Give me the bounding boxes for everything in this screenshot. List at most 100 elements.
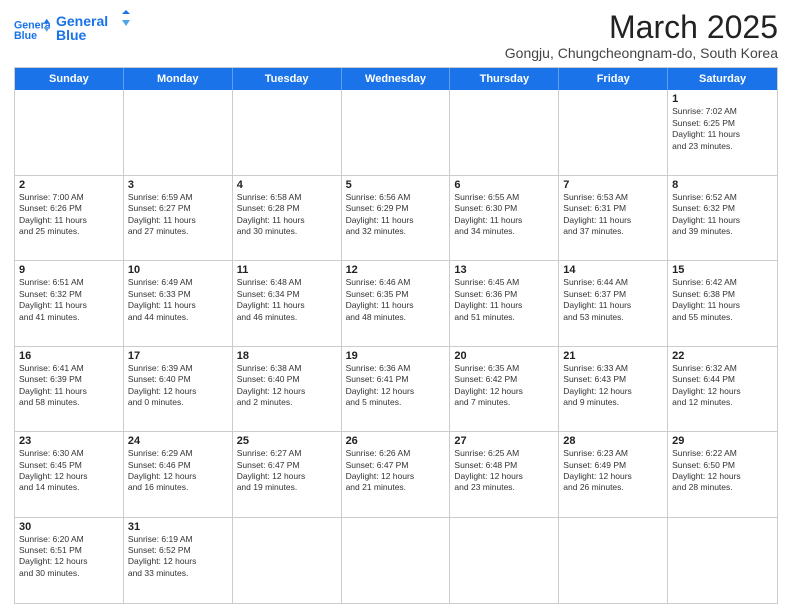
calendar-cell: 11Sunrise: 6:48 AM Sunset: 6:34 PM Dayli… — [233, 261, 342, 345]
weekday-header-thursday: Thursday — [450, 68, 559, 90]
calendar-row-0: 1Sunrise: 7:02 AM Sunset: 6:25 PM Daylig… — [15, 90, 777, 175]
day-number: 21 — [563, 350, 663, 362]
day-number: 4 — [237, 179, 337, 191]
calendar-cell: 14Sunrise: 6:44 AM Sunset: 6:37 PM Dayli… — [559, 261, 668, 345]
day-number: 30 — [19, 521, 119, 533]
day-number: 14 — [563, 264, 663, 276]
calendar-cell — [342, 518, 451, 603]
calendar-cell — [668, 518, 777, 603]
calendar-cell — [233, 90, 342, 174]
calendar-header: SundayMondayTuesdayWednesdayThursdayFrid… — [15, 68, 777, 90]
weekday-header-saturday: Saturday — [668, 68, 777, 90]
calendar-body: 1Sunrise: 7:02 AM Sunset: 6:25 PM Daylig… — [15, 90, 777, 603]
day-info: Sunrise: 6:49 AM Sunset: 6:33 PM Dayligh… — [128, 277, 228, 323]
calendar-cell — [559, 90, 668, 174]
calendar-cell: 28Sunrise: 6:23 AM Sunset: 6:49 PM Dayli… — [559, 432, 668, 516]
day-info: Sunrise: 6:46 AM Sunset: 6:35 PM Dayligh… — [346, 277, 446, 323]
day-number: 2 — [19, 179, 119, 191]
generalblue-logo-icon: General Blue — [14, 17, 50, 45]
calendar: SundayMondayTuesdayWednesdayThursdayFrid… — [14, 67, 778, 604]
day-info: Sunrise: 6:36 AM Sunset: 6:41 PM Dayligh… — [346, 363, 446, 409]
day-info: Sunrise: 7:00 AM Sunset: 6:26 PM Dayligh… — [19, 192, 119, 238]
day-info: Sunrise: 6:30 AM Sunset: 6:45 PM Dayligh… — [19, 448, 119, 494]
day-number: 1 — [672, 93, 773, 105]
calendar-cell: 21Sunrise: 6:33 AM Sunset: 6:43 PM Dayli… — [559, 347, 668, 431]
calendar-cell: 30Sunrise: 6:20 AM Sunset: 6:51 PM Dayli… — [15, 518, 124, 603]
day-number: 5 — [346, 179, 446, 191]
day-number: 6 — [454, 179, 554, 191]
day-number: 26 — [346, 435, 446, 447]
calendar-cell — [342, 90, 451, 174]
calendar-cell — [450, 90, 559, 174]
day-number: 20 — [454, 350, 554, 362]
day-info: Sunrise: 6:20 AM Sunset: 6:51 PM Dayligh… — [19, 534, 119, 580]
weekday-header-sunday: Sunday — [15, 68, 124, 90]
calendar-cell: 10Sunrise: 6:49 AM Sunset: 6:33 PM Dayli… — [124, 261, 233, 345]
calendar-cell: 4Sunrise: 6:58 AM Sunset: 6:28 PM Daylig… — [233, 176, 342, 260]
calendar-cell: 25Sunrise: 6:27 AM Sunset: 6:47 PM Dayli… — [233, 432, 342, 516]
calendar-cell: 23Sunrise: 6:30 AM Sunset: 6:45 PM Dayli… — [15, 432, 124, 516]
day-info: Sunrise: 6:55 AM Sunset: 6:30 PM Dayligh… — [454, 192, 554, 238]
logo-svg: General Blue — [56, 10, 136, 46]
weekday-header-friday: Friday — [559, 68, 668, 90]
day-info: Sunrise: 6:19 AM Sunset: 6:52 PM Dayligh… — [128, 534, 228, 580]
calendar-cell: 3Sunrise: 6:59 AM Sunset: 6:27 PM Daylig… — [124, 176, 233, 260]
calendar-cell — [559, 518, 668, 603]
day-info: Sunrise: 6:45 AM Sunset: 6:36 PM Dayligh… — [454, 277, 554, 323]
calendar-cell: 18Sunrise: 6:38 AM Sunset: 6:40 PM Dayli… — [233, 347, 342, 431]
day-number: 19 — [346, 350, 446, 362]
month-title: March 2025 — [505, 10, 778, 45]
title-block: March 2025 Gongju, Chungcheongnam-do, So… — [505, 10, 778, 61]
calendar-cell — [15, 90, 124, 174]
calendar-cell: 2Sunrise: 7:00 AM Sunset: 6:26 PM Daylig… — [15, 176, 124, 260]
day-number: 17 — [128, 350, 228, 362]
calendar-cell — [124, 90, 233, 174]
calendar-cell: 8Sunrise: 6:52 AM Sunset: 6:32 PM Daylig… — [668, 176, 777, 260]
day-info: Sunrise: 6:26 AM Sunset: 6:47 PM Dayligh… — [346, 448, 446, 494]
calendar-cell: 19Sunrise: 6:36 AM Sunset: 6:41 PM Dayli… — [342, 347, 451, 431]
calendar-row-5: 30Sunrise: 6:20 AM Sunset: 6:51 PM Dayli… — [15, 518, 777, 603]
day-number: 28 — [563, 435, 663, 447]
day-number: 12 — [346, 264, 446, 276]
day-info: Sunrise: 6:53 AM Sunset: 6:31 PM Dayligh… — [563, 192, 663, 238]
day-number: 16 — [19, 350, 119, 362]
day-info: Sunrise: 6:48 AM Sunset: 6:34 PM Dayligh… — [237, 277, 337, 323]
location-subtitle: Gongju, Chungcheongnam-do, South Korea — [505, 45, 778, 61]
calendar-cell: 31Sunrise: 6:19 AM Sunset: 6:52 PM Dayli… — [124, 518, 233, 603]
calendar-row-2: 9Sunrise: 6:51 AM Sunset: 6:32 PM Daylig… — [15, 261, 777, 346]
calendar-cell — [233, 518, 342, 603]
day-info: Sunrise: 6:58 AM Sunset: 6:28 PM Dayligh… — [237, 192, 337, 238]
day-number: 3 — [128, 179, 228, 191]
day-info: Sunrise: 6:56 AM Sunset: 6:29 PM Dayligh… — [346, 192, 446, 238]
day-number: 9 — [19, 264, 119, 276]
day-info: Sunrise: 6:32 AM Sunset: 6:44 PM Dayligh… — [672, 363, 773, 409]
day-number: 11 — [237, 264, 337, 276]
day-info: Sunrise: 6:23 AM Sunset: 6:49 PM Dayligh… — [563, 448, 663, 494]
calendar-row-3: 16Sunrise: 6:41 AM Sunset: 6:39 PM Dayli… — [15, 347, 777, 432]
day-info: Sunrise: 7:02 AM Sunset: 6:25 PM Dayligh… — [672, 106, 773, 152]
day-number: 24 — [128, 435, 228, 447]
page: General Blue General Blue March 2025 Gon… — [0, 0, 792, 612]
day-info: Sunrise: 6:27 AM Sunset: 6:47 PM Dayligh… — [237, 448, 337, 494]
day-number: 25 — [237, 435, 337, 447]
day-info: Sunrise: 6:39 AM Sunset: 6:40 PM Dayligh… — [128, 363, 228, 409]
day-number: 10 — [128, 264, 228, 276]
day-number: 8 — [672, 179, 773, 191]
day-number: 7 — [563, 179, 663, 191]
calendar-cell: 26Sunrise: 6:26 AM Sunset: 6:47 PM Dayli… — [342, 432, 451, 516]
svg-text:Blue: Blue — [14, 30, 37, 42]
calendar-cell: 22Sunrise: 6:32 AM Sunset: 6:44 PM Dayli… — [668, 347, 777, 431]
day-number: 29 — [672, 435, 773, 447]
calendar-cell: 17Sunrise: 6:39 AM Sunset: 6:40 PM Dayli… — [124, 347, 233, 431]
calendar-cell: 15Sunrise: 6:42 AM Sunset: 6:38 PM Dayli… — [668, 261, 777, 345]
logo: General Blue General Blue — [14, 10, 136, 51]
day-info: Sunrise: 6:22 AM Sunset: 6:50 PM Dayligh… — [672, 448, 773, 494]
day-info: Sunrise: 6:52 AM Sunset: 6:32 PM Dayligh… — [672, 192, 773, 238]
calendar-cell: 12Sunrise: 6:46 AM Sunset: 6:35 PM Dayli… — [342, 261, 451, 345]
calendar-cell: 5Sunrise: 6:56 AM Sunset: 6:29 PM Daylig… — [342, 176, 451, 260]
calendar-cell: 7Sunrise: 6:53 AM Sunset: 6:31 PM Daylig… — [559, 176, 668, 260]
svg-text:Blue: Blue — [56, 27, 87, 43]
calendar-cell: 1Sunrise: 7:02 AM Sunset: 6:25 PM Daylig… — [668, 90, 777, 174]
day-info: Sunrise: 6:35 AM Sunset: 6:42 PM Dayligh… — [454, 363, 554, 409]
day-info: Sunrise: 6:42 AM Sunset: 6:38 PM Dayligh… — [672, 277, 773, 323]
